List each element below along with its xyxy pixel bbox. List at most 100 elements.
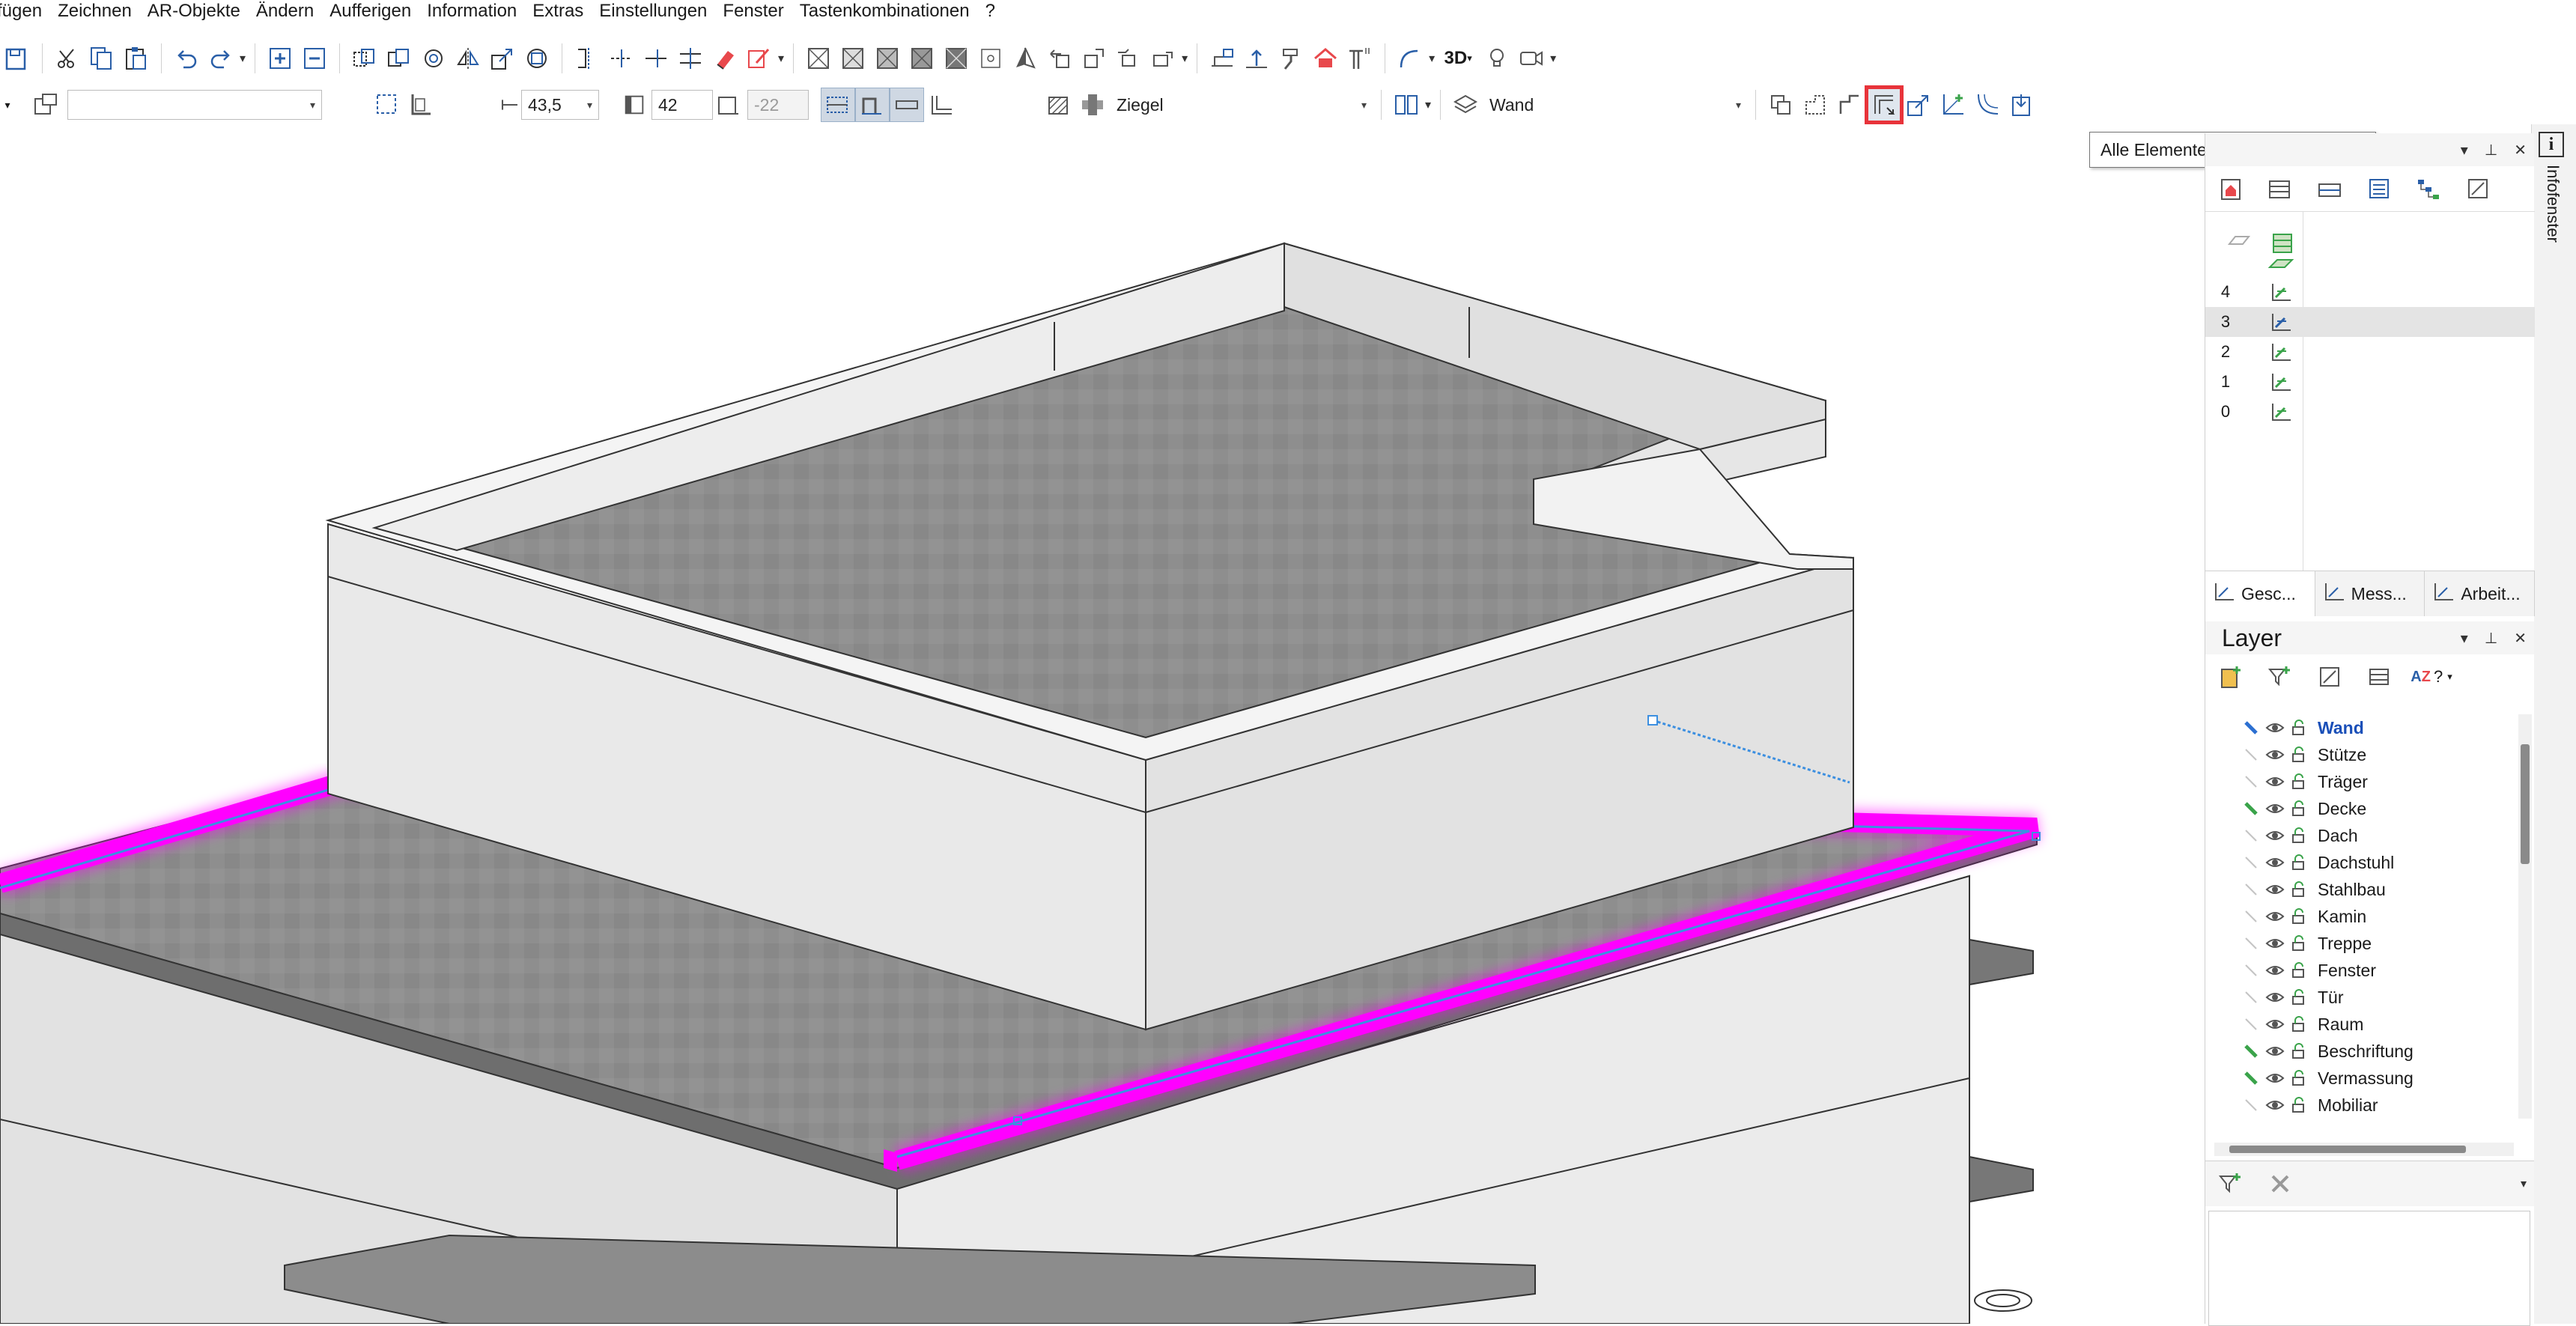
menu-item[interactable]: Tastenkombinationen (800, 1, 985, 22)
project-tab[interactable]: Arbeit... (2425, 571, 2536, 616)
select-area-icon[interactable] (370, 88, 404, 122)
layer-row[interactable]: Stütze (2205, 741, 2520, 768)
wall-rect-icon[interactable] (890, 88, 924, 122)
floor-row[interactable]: 4 (2205, 277, 2535, 307)
layer-status-icon[interactable] (2243, 773, 2259, 790)
view-3d-icon[interactable]: 3D ▾ (1436, 41, 1480, 76)
modify-dropdown-icon[interactable]: ▾ (778, 51, 784, 66)
eye-icon[interactable] (2265, 1097, 2285, 1113)
layer-status-icon[interactable] (2243, 881, 2259, 898)
eye-icon[interactable] (2265, 800, 2285, 817)
layer-properties-icon[interactable] (2310, 657, 2349, 696)
layer-status-icon[interactable] (2243, 935, 2259, 952)
eye-icon[interactable] (2265, 881, 2285, 898)
pin-icon[interactable]: ⊥ (2485, 141, 2497, 159)
arc-dropdown-icon[interactable]: ▾ (1429, 51, 1435, 66)
menu-item[interactable]: Fenster (723, 1, 799, 22)
layer-row[interactable]: Fenster (2205, 957, 2520, 984)
trim-icon[interactable] (604, 41, 639, 76)
filter-add-icon[interactable] (2211, 1164, 2250, 1203)
eye-icon[interactable] (2265, 935, 2285, 952)
floor-row[interactable]: 3 (2205, 307, 2535, 337)
lock-icon[interactable] (2291, 908, 2307, 925)
layer-status-icon[interactable] (2243, 720, 2259, 736)
curve-icon[interactable] (1970, 88, 2005, 122)
lock-icon[interactable] (2291, 1043, 2307, 1059)
eye-icon[interactable] (2265, 989, 2285, 1006)
height-ref-icon[interactable] (1239, 41, 1274, 76)
lock-icon[interactable] (2291, 989, 2307, 1006)
divide-icon[interactable] (673, 41, 708, 76)
filter-remove-icon[interactable] (2261, 1164, 2300, 1203)
zoom-out-icon[interactable] (297, 41, 332, 76)
layer-status-icon[interactable] (2243, 962, 2259, 979)
wall-axis-icon[interactable] (404, 88, 439, 122)
match-icon[interactable] (1077, 41, 1111, 76)
distort-icon[interactable] (520, 41, 554, 76)
outline-icon[interactable] (1832, 88, 1867, 122)
menu-item[interactable]: Zeichnen (58, 1, 148, 22)
transfer-icon[interactable] (1042, 41, 1077, 76)
lock-icon[interactable] (2291, 1070, 2307, 1086)
copy-element-icon[interactable] (347, 41, 382, 76)
cut-icon[interactable] (50, 41, 85, 76)
menu-item[interactable]: Information (427, 1, 532, 22)
redo-icon[interactable] (204, 41, 238, 76)
view-split-dropdown-icon[interactable]: ▾ (1425, 97, 1431, 112)
roof-icon[interactable] (1308, 41, 1343, 76)
height-input[interactable]: 42 (651, 90, 713, 120)
layer-row[interactable]: Tür (2205, 984, 2520, 1011)
element-move-icon[interactable] (1146, 41, 1180, 76)
lock-icon[interactable] (2291, 1016, 2307, 1032)
opening-icon[interactable] (801, 41, 836, 76)
lock-icon[interactable] (2291, 720, 2307, 736)
split-icon[interactable] (570, 41, 604, 76)
floor-row[interactable]: 2 (2205, 337, 2535, 367)
layer-row[interactable]: Mobiliar (2205, 1092, 2520, 1119)
menu-item[interactable]: AR-Objekte (148, 1, 256, 22)
wall-profile-icon[interactable] (855, 88, 890, 122)
redo-dropdown-icon[interactable]: ▾ (240, 51, 246, 66)
save-icon[interactable] (0, 41, 34, 76)
layer-row[interactable]: Träger (2205, 768, 2520, 795)
layer-select[interactable]: Wand ▾ (1483, 90, 1749, 120)
layer-status-icon[interactable] (2243, 1016, 2259, 1032)
layer-row[interactable]: Kamin (2205, 903, 2520, 930)
pin-icon[interactable]: ⊥ (2485, 629, 2497, 648)
undo-icon[interactable] (169, 41, 204, 76)
camera-icon[interactable] (1514, 41, 1549, 76)
eye-icon[interactable] (2265, 854, 2285, 871)
layer-row[interactable]: Treppe (2205, 930, 2520, 957)
layer-status-icon[interactable] (2243, 1043, 2259, 1059)
thickness-icon[interactable] (499, 88, 521, 122)
infofenster-tab[interactable]: i Infofenster (2539, 132, 2569, 267)
filter-area[interactable] (2208, 1211, 2530, 1326)
menu-item[interactable]: Ändern (256, 1, 329, 22)
layer-list-icon[interactable] (2360, 657, 2399, 696)
window-opening-icon[interactable] (870, 41, 905, 76)
lock-icon[interactable] (2291, 746, 2307, 763)
paste-icon[interactable] (119, 41, 154, 76)
height-icon[interactable] (622, 88, 647, 122)
eye-icon[interactable] (2265, 827, 2285, 844)
menu-item[interactable]: Einstellungen (599, 1, 723, 22)
panel-dropdown-icon[interactable]: ▾ (2461, 629, 2468, 648)
layer-filter-add-icon[interactable] (2261, 657, 2300, 696)
offset-input[interactable]: -22 (747, 90, 809, 120)
mirror-icon[interactable] (451, 41, 485, 76)
project-tab[interactable]: Gesc... (2205, 571, 2315, 616)
layer-stack-icon[interactable] (1448, 88, 1483, 122)
light-icon[interactable] (1480, 41, 1514, 76)
wall-layer-icon[interactable] (821, 88, 855, 122)
dropdown-arrow-icon[interactable]: ▾ (0, 88, 15, 122)
layer-add-icon[interactable] (2211, 657, 2250, 696)
lock-icon[interactable] (2291, 773, 2307, 790)
view-split-icon[interactable] (1389, 88, 1424, 122)
pyramid-icon[interactable] (1008, 41, 1042, 76)
layer-status-icon[interactable] (2243, 854, 2259, 871)
house-icon[interactable] (2211, 169, 2250, 208)
polygon-select-icon[interactable] (1798, 88, 1832, 122)
eye-icon[interactable] (2265, 1043, 2285, 1059)
lock-icon[interactable] (2291, 854, 2307, 871)
layer-vertical-scrollbar[interactable] (2518, 714, 2532, 1119)
